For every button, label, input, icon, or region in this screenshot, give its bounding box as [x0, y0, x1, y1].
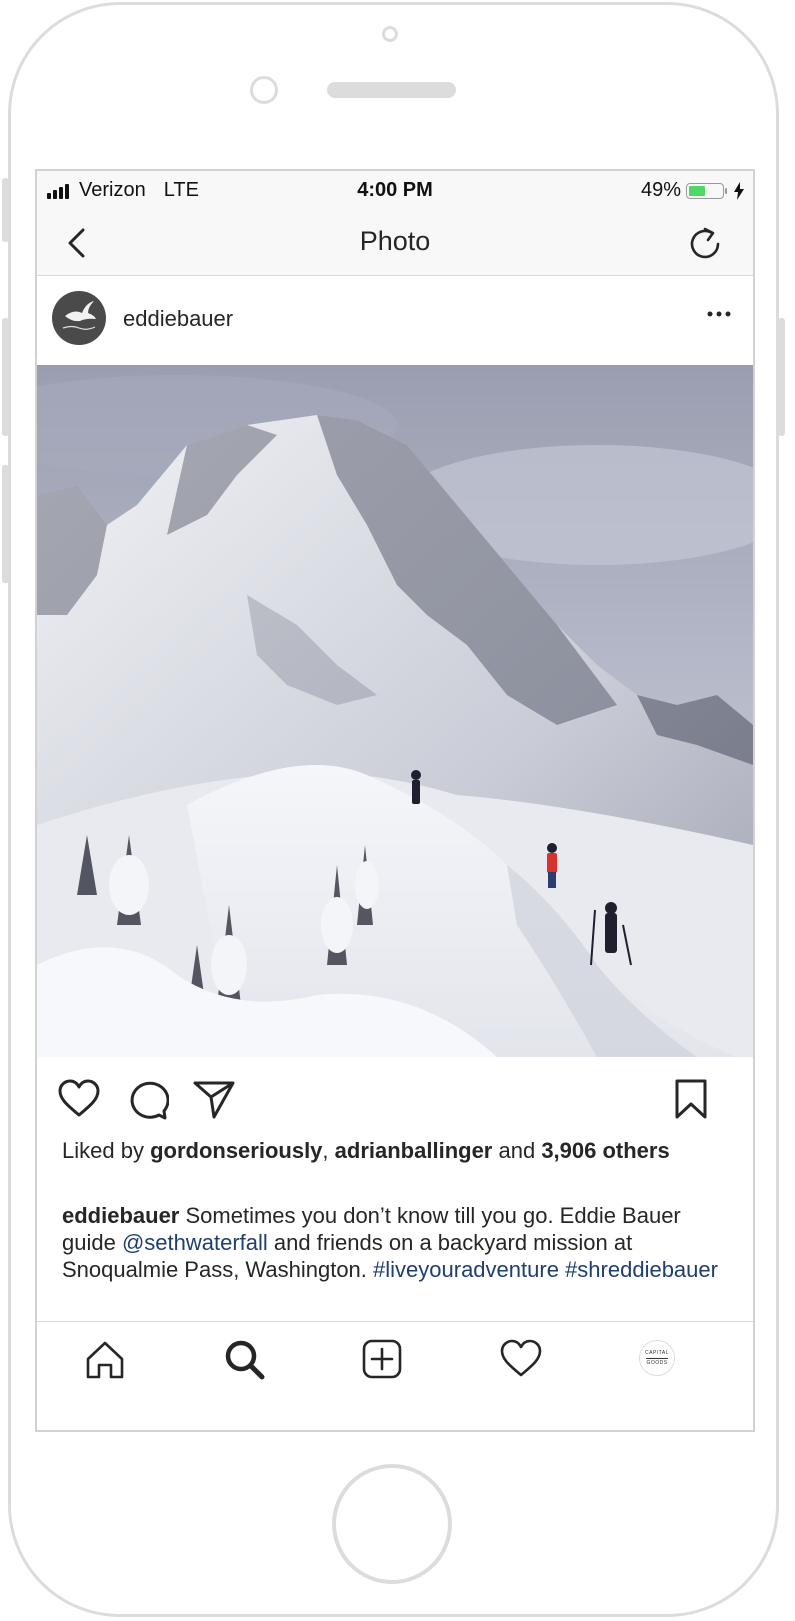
- caption-hashtag-2[interactable]: #shreddiebauer: [565, 1257, 718, 1282]
- bookmark-icon[interactable]: [669, 1077, 713, 1121]
- navigation-bar: Photo: [37, 211, 753, 276]
- caption-author[interactable]: eddiebauer: [62, 1203, 179, 1228]
- power-button: [778, 318, 785, 436]
- search-icon[interactable]: [222, 1337, 266, 1381]
- caption-mention[interactable]: @sethwaterfall: [122, 1230, 268, 1255]
- front-camera: [382, 26, 398, 42]
- battery-icon: [686, 182, 727, 199]
- mute-switch: [2, 178, 9, 242]
- charging-bolt-icon: [734, 181, 744, 200]
- proximity-sensor: [250, 76, 278, 104]
- refresh-icon[interactable]: [687, 225, 723, 261]
- likes-prefix: Liked by: [62, 1138, 151, 1163]
- liker-2[interactable]: adrianballinger: [335, 1138, 493, 1163]
- tab-bar: CAPITAL GOODS: [37, 1321, 753, 1430]
- caption-hashtag-1[interactable]: #liveyouradventure: [373, 1257, 559, 1282]
- post-caption: eddiebauer Sometimes you don’t know till…: [62, 1202, 722, 1283]
- post-username[interactable]: eddiebauer: [123, 306, 233, 332]
- volume-up-button: [2, 318, 9, 436]
- profile-text-top: CAPITAL: [645, 1349, 669, 1356]
- heart-icon[interactable]: [57, 1077, 101, 1121]
- likes-summary: Liked by gordonseriously, adrianballinge…: [62, 1137, 722, 1164]
- ellipsis-icon[interactable]: [707, 308, 731, 320]
- likes-count[interactable]: 3,906 others: [541, 1138, 669, 1163]
- page-title: Photo: [359, 226, 431, 256]
- post-photo[interactable]: [37, 365, 753, 1057]
- earpiece-speaker: [327, 82, 456, 98]
- snowy-mountain-photo: [37, 365, 753, 1057]
- share-icon[interactable]: [192, 1077, 236, 1121]
- new-post-icon[interactable]: [360, 1337, 404, 1381]
- status-bar: Verizon LTE 4:00 PM 49%: [37, 171, 753, 211]
- post-header: eddiebauer: [37, 276, 753, 365]
- volume-down-button: [2, 465, 9, 583]
- avatar[interactable]: [52, 291, 106, 345]
- comment-icon[interactable]: [125, 1077, 169, 1121]
- home-icon[interactable]: [83, 1337, 127, 1381]
- post-actions: [37, 1057, 753, 1135]
- activity-heart-icon[interactable]: [499, 1337, 543, 1381]
- battery-percent: 49%: [640, 179, 681, 201]
- liker-1[interactable]: gordonseriously: [150, 1138, 322, 1163]
- likes-separator: ,: [322, 1138, 335, 1163]
- screen: Verizon LTE 4:00 PM 49% Photo eddiebauer: [35, 169, 755, 1432]
- home-button[interactable]: [332, 1464, 452, 1584]
- profile-text-bottom: GOODS: [646, 1359, 668, 1366]
- profile-tab[interactable]: CAPITAL GOODS: [639, 1340, 675, 1376]
- likes-and: and: [492, 1138, 542, 1163]
- eddie-bauer-goose-logo: [62, 301, 96, 330]
